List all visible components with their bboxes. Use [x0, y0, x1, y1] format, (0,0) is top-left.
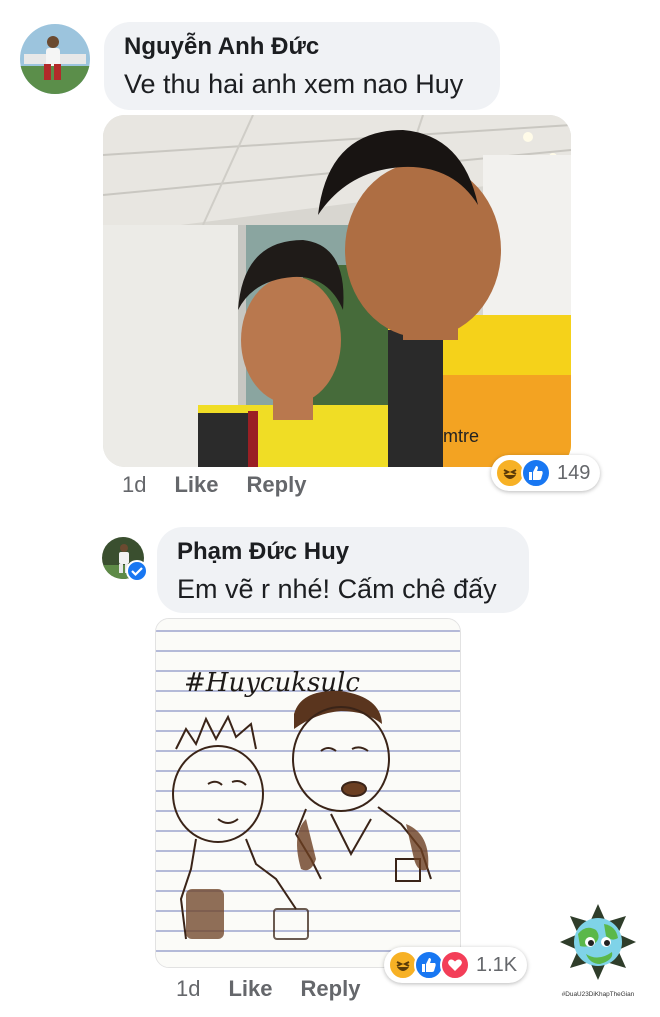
reaction-count-2: 1.1K	[476, 953, 518, 976]
comment-timestamp-1[interactable]: 1d	[122, 472, 146, 498]
svg-text:mtre: mtre	[443, 426, 479, 446]
comment-bubble-1: Nguyễn Anh Đức Ve thu hai anh xem nao Hu…	[104, 22, 500, 110]
watermark-logo: #DuaU23DiKhapTheGian	[556, 902, 640, 1002]
drawing-hashtag: #Huycuksulc	[184, 668, 360, 698]
comment-actions-1: 1d Like Reply	[122, 472, 306, 498]
reply-button-1[interactable]: Reply	[247, 472, 307, 498]
verified-badge-icon	[126, 560, 148, 582]
comment-text-1: Ve thu hai anh xem nao Huy	[124, 69, 464, 99]
like-icon	[521, 458, 551, 488]
reaction-count-1: 149	[557, 461, 591, 484]
comment-timestamp-2[interactable]: 1d	[176, 976, 200, 1002]
comment-author-1[interactable]: Nguyễn Anh Đức	[124, 32, 480, 62]
reaction-summary-2[interactable]: 1.1K	[384, 947, 528, 983]
love-icon	[440, 950, 470, 980]
reply-button-2[interactable]: Reply	[301, 976, 361, 1002]
avatar-nguyen-anh-duc[interactable]	[20, 24, 90, 94]
reaction-summary-1[interactable]: 149	[491, 455, 601, 491]
comment-bubble-2: Phạm Đức Huy Em vẽ r nhé! Cấm chê đấy	[157, 527, 529, 613]
comment-actions-2: 1d Like Reply	[176, 976, 360, 1002]
comment-author-2[interactable]: Phạm Đức Huy	[177, 537, 509, 567]
like-button-1[interactable]: Like	[174, 472, 218, 498]
watermark-caption: #DuaU23DiKhapTheGian	[562, 991, 635, 998]
attached-photo-drawing[interactable]: #Huycuksulc	[155, 618, 461, 968]
attached-photo-selfie[interactable]: mtre	[103, 115, 571, 467]
like-button-2[interactable]: Like	[228, 976, 272, 1002]
comment-text-2: Em vẽ r nhé! Cấm chê đấy	[177, 574, 497, 604]
